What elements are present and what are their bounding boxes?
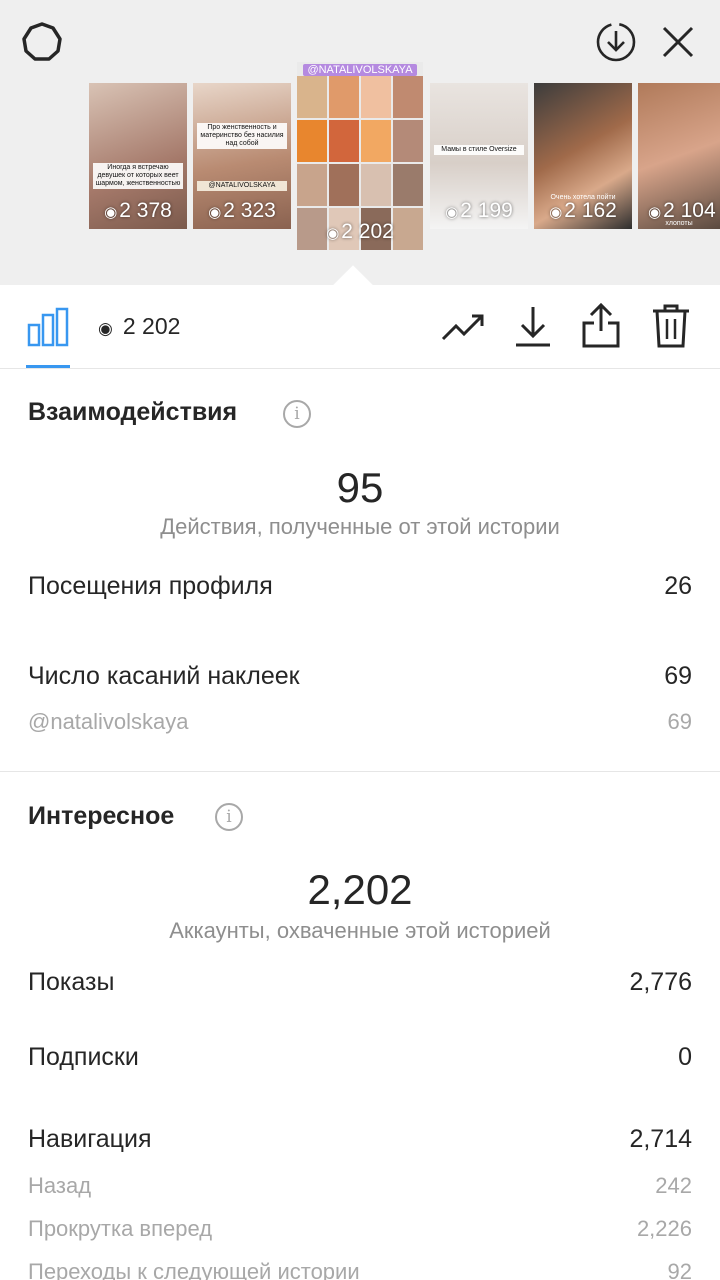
- stat-label: Показы: [28, 968, 115, 996]
- story-views: 2 162: [564, 199, 617, 222]
- trending-icon[interactable]: [440, 307, 486, 347]
- close-icon[interactable]: [656, 20, 700, 64]
- eye-icon: ◉: [98, 319, 113, 338]
- stat-value: 26: [664, 572, 692, 600]
- stat-value: 69: [664, 662, 692, 690]
- eye-icon: ◉: [648, 204, 662, 221]
- stat-label: Навигация: [28, 1125, 152, 1153]
- stat-row-profile-visits: Посещения профиля 26: [28, 572, 692, 601]
- stat-value: 242: [655, 1173, 692, 1198]
- info-icon[interactable]: i: [283, 400, 311, 428]
- stat-label: @natalivolskaya: [28, 709, 189, 734]
- story-strip: Иногда я встречаю девушек от которых вее…: [0, 0, 720, 285]
- section-title-interactions: Взаимодействия: [28, 398, 238, 426]
- trash-icon[interactable]: [650, 303, 692, 349]
- story-thumbnail[interactable]: хлопоты ◉2 104: [638, 83, 720, 229]
- stat-subrow-back: Назад 242: [28, 1173, 692, 1199]
- info-icon[interactable]: i: [215, 803, 243, 831]
- stat-label: Посещения профиля: [28, 572, 273, 600]
- eye-icon: ◉: [104, 204, 118, 221]
- stat-value: 2,776: [629, 968, 692, 996]
- story-views: 2 199: [460, 199, 513, 222]
- discovery-total-label: Аккаунты, охваченные этой историей: [169, 918, 551, 943]
- share-icon[interactable]: [580, 301, 622, 349]
- story-caption: Иногда я встречаю девушек от которых вее…: [93, 163, 183, 189]
- stat-label: Назад: [28, 1173, 92, 1198]
- stat-value: 2,226: [636, 1216, 692, 1241]
- stat-value: 69: [667, 709, 692, 734]
- stat-value: 2,714: [629, 1125, 692, 1153]
- story-caption: Про женственность и материнство без наси…: [197, 123, 287, 149]
- story-thumbnail[interactable]: Про женственность и материнство без наси…: [193, 83, 291, 229]
- active-tab-indicator: [26, 365, 70, 368]
- story-thumbnail[interactable]: Мамы в стиле Oversize ◉2 199: [430, 83, 528, 229]
- stat-value: 0: [678, 1043, 692, 1071]
- story-views: 2 104: [663, 199, 716, 222]
- stat-subrow-forward: Прокрутка вперед 2,226: [28, 1216, 692, 1242]
- story-views: 2 202: [341, 220, 394, 243]
- stat-row-follows: Подписки 0: [28, 1043, 692, 1072]
- toolbar-views: ◉ 2 202: [98, 313, 181, 339]
- stat-row-impressions: Показы 2,776: [28, 968, 692, 997]
- insights-toolbar: ◉ 2 202: [0, 285, 720, 369]
- story-thumbnail[interactable]: Иногда я встречаю девушек от которых вее…: [89, 83, 187, 229]
- story-thumbnail[interactable]: Очень хотела пойти ◉2 162: [534, 83, 632, 229]
- eye-icon: ◉: [208, 204, 222, 221]
- stat-label: Переходы к следующей истории: [28, 1259, 360, 1280]
- eye-icon: ◉: [326, 225, 340, 242]
- gear-icon[interactable]: [20, 20, 64, 64]
- bar-chart-icon[interactable]: [26, 307, 70, 347]
- download-icon[interactable]: [512, 303, 554, 349]
- stat-label: Подписки: [28, 1043, 139, 1071]
- interactions-total: 95: [336, 464, 384, 511]
- story-views: 2 323: [223, 199, 276, 222]
- eye-icon: ◉: [445, 204, 459, 221]
- stat-label: Число касаний наклеек: [28, 662, 300, 690]
- stat-subrow-next-story: Переходы к следующей истории 92: [28, 1259, 692, 1280]
- stat-label: Прокрутка вперед: [28, 1216, 213, 1241]
- story-views: 2 378: [119, 199, 172, 222]
- download-circle-icon[interactable]: [594, 20, 638, 64]
- story-caption: Мамы в стиле Oversize: [434, 145, 524, 155]
- discovery-total: 2,202: [307, 866, 413, 913]
- stat-row-navigation: Навигация 2,714: [28, 1125, 692, 1154]
- stat-row-sticker-taps: Число касаний наклеек 69: [28, 662, 692, 691]
- story-tag: @NATALIVOLSKAYA: [303, 64, 417, 76]
- stat-subrow-mention[interactable]: @natalivolskaya 69: [28, 709, 692, 735]
- story-tag: @NATALIVOLSKAYA: [197, 181, 287, 191]
- section-title-discovery: Интересное: [28, 802, 175, 830]
- interactions-total-label: Действия, полученные от этой истории: [160, 514, 560, 539]
- stat-value: 92: [667, 1259, 692, 1280]
- eye-icon: ◉: [549, 204, 563, 221]
- section-divider: [0, 771, 720, 772]
- story-thumbnail-active[interactable]: @NATALIVOLSKAYA ◉2 202: [297, 62, 423, 250]
